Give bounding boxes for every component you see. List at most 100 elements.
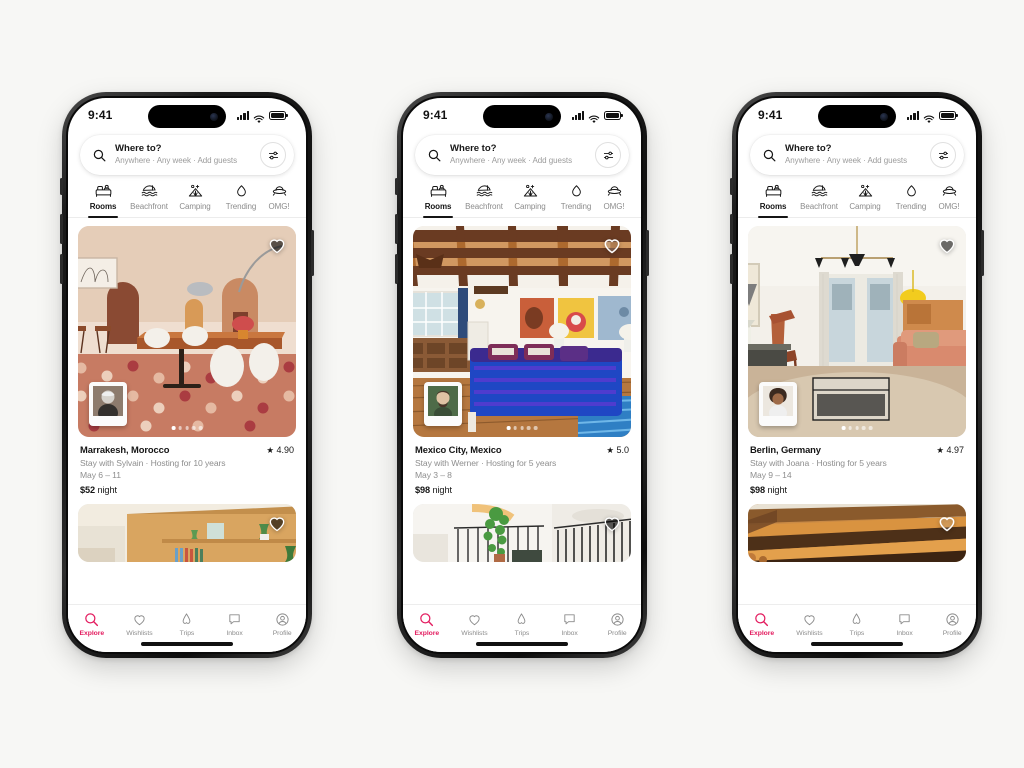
category-tab-omg[interactable]: OMG! bbox=[264, 182, 294, 217]
tab-wishlists[interactable]: Wishlists bbox=[786, 611, 834, 637]
search-icon bbox=[754, 611, 769, 627]
heart-icon[interactable] bbox=[267, 235, 287, 255]
tab-wishlists[interactable]: Wishlists bbox=[116, 611, 164, 637]
bed-icon bbox=[765, 182, 782, 199]
photo-carousel-dots[interactable] bbox=[506, 426, 538, 430]
home-indicator[interactable] bbox=[476, 642, 568, 646]
filter-sliders-icon[interactable] bbox=[595, 142, 621, 168]
beach-umbrella-icon bbox=[141, 182, 158, 199]
listing-card-next[interactable] bbox=[78, 504, 296, 563]
listing-card[interactable]: Mexico City, Mexico ★ 5.0 Stay with Werne… bbox=[413, 226, 631, 495]
tab-trips[interactable]: Trips bbox=[163, 611, 211, 637]
tab-explore[interactable]: Explore bbox=[68, 611, 116, 637]
tab-label: Explore bbox=[414, 629, 440, 637]
listing-photo-next[interactable] bbox=[748, 504, 966, 563]
listing-photo-next[interactable] bbox=[78, 504, 296, 563]
screenshot-stage: 9:41 Where to? Anywhere · Any week · Add… bbox=[0, 0, 1024, 768]
tab-explore[interactable]: Explore bbox=[738, 611, 786, 637]
volume-up-button[interactable] bbox=[730, 214, 733, 244]
category-tab-trending[interactable]: Trending bbox=[888, 182, 934, 217]
tab-inbox[interactable]: Inbox bbox=[546, 611, 594, 637]
volume-down-button[interactable] bbox=[730, 254, 733, 284]
photo-carousel-dots[interactable] bbox=[171, 426, 203, 430]
tab-label: Wishlists bbox=[796, 629, 823, 637]
listing-card-next[interactable] bbox=[413, 504, 631, 563]
status-bar: 9:41 bbox=[68, 98, 306, 132]
category-tab-camping[interactable]: Camping bbox=[842, 182, 888, 217]
listing-card[interactable]: Berlin, Germany ★ 4.97 Stay with Joana · … bbox=[748, 226, 966, 495]
power-button[interactable] bbox=[646, 230, 649, 276]
heart-icon[interactable] bbox=[602, 513, 622, 533]
silent-switch[interactable] bbox=[730, 178, 733, 195]
category-tab-rooms[interactable]: Rooms bbox=[750, 182, 796, 217]
photo-carousel-dots[interactable] bbox=[841, 426, 873, 430]
silent-switch[interactable] bbox=[60, 178, 63, 195]
category-tab-beachfront[interactable]: Beachfront bbox=[796, 182, 842, 217]
category-tab-trending[interactable]: Trending bbox=[218, 182, 264, 217]
volume-down-button[interactable] bbox=[60, 254, 63, 284]
home-indicator[interactable] bbox=[811, 642, 903, 646]
tab-inbox[interactable]: Inbox bbox=[881, 611, 929, 637]
cellular-signal-icon bbox=[571, 110, 584, 120]
cellular-signal-icon bbox=[236, 110, 249, 120]
status-bar: 9:41 bbox=[738, 98, 976, 132]
tab-profile[interactable]: Profile bbox=[258, 611, 306, 637]
category-tab-beachfront[interactable]: Beachfront bbox=[461, 182, 507, 217]
search-bar[interactable]: Where to? Anywhere · Any week · Add gues… bbox=[80, 135, 294, 175]
listing-photo[interactable] bbox=[748, 226, 966, 437]
power-button[interactable] bbox=[311, 230, 314, 276]
rating-value: 4.97 bbox=[946, 445, 964, 456]
category-tab-omg[interactable]: OMG! bbox=[599, 182, 629, 217]
listing-feed: Mexico City, Mexico ★ 5.0 Stay with Werne… bbox=[403, 218, 641, 571]
tab-trips[interactable]: Trips bbox=[833, 611, 881, 637]
tab-profile[interactable]: Profile bbox=[593, 611, 641, 637]
category-tab-camping[interactable]: Camping bbox=[507, 182, 553, 217]
ufo-icon bbox=[606, 182, 623, 199]
category-tab-rooms[interactable]: Rooms bbox=[415, 182, 461, 217]
search-bar[interactable]: Where to? Anywhere · Any week · Add gues… bbox=[415, 135, 629, 175]
heart-icon[interactable] bbox=[267, 513, 287, 533]
filter-sliders-icon[interactable] bbox=[260, 142, 286, 168]
battery-icon bbox=[269, 110, 288, 120]
category-tab-beachfront[interactable]: Beachfront bbox=[126, 182, 172, 217]
listing-rating: ★ 4.97 bbox=[936, 445, 964, 455]
tab-profile[interactable]: Profile bbox=[928, 611, 976, 637]
category-tab-camping[interactable]: Camping bbox=[172, 182, 218, 217]
listing-photo[interactable] bbox=[413, 226, 631, 437]
heart-outline-icon bbox=[467, 611, 482, 627]
price-unit: night bbox=[432, 485, 452, 496]
power-button[interactable] bbox=[981, 230, 984, 276]
status-time: 9:41 bbox=[758, 108, 783, 122]
volume-up-button[interactable] bbox=[395, 214, 398, 244]
category-tab-omg[interactable]: OMG! bbox=[934, 182, 964, 217]
search-bar[interactable]: Where to? Anywhere · Any week · Add gues… bbox=[750, 135, 964, 175]
category-label: OMG! bbox=[268, 202, 290, 211]
search-icon bbox=[428, 149, 441, 162]
volume-down-button[interactable] bbox=[395, 254, 398, 284]
tent-icon bbox=[857, 182, 874, 199]
listing-price: $98 night bbox=[415, 485, 629, 495]
wifi-icon bbox=[923, 111, 935, 123]
listing-title-row: Marrakesh, Morocco ★ 4.90 bbox=[80, 444, 294, 455]
category-tab-rooms[interactable]: Rooms bbox=[80, 182, 126, 217]
listing-title: Berlin, Germany bbox=[750, 444, 821, 455]
search-area: Where to? Anywhere · Any week · Add gues… bbox=[403, 132, 641, 182]
tent-icon bbox=[522, 182, 539, 199]
heart-icon[interactable] bbox=[602, 235, 622, 255]
tab-explore[interactable]: Explore bbox=[403, 611, 451, 637]
listing-photo[interactable] bbox=[78, 226, 296, 437]
listing-card-next[interactable] bbox=[748, 504, 966, 563]
volume-up-button[interactable] bbox=[60, 214, 63, 244]
listing-photo-next[interactable] bbox=[413, 504, 631, 563]
listing-card[interactable]: Marrakesh, Morocco ★ 4.90 Stay with Sylva… bbox=[78, 226, 296, 495]
category-tab-trending[interactable]: Trending bbox=[553, 182, 599, 217]
filter-sliders-icon[interactable] bbox=[930, 142, 956, 168]
tab-wishlists[interactable]: Wishlists bbox=[451, 611, 499, 637]
tab-trips[interactable]: Trips bbox=[498, 611, 546, 637]
tab-inbox[interactable]: Inbox bbox=[211, 611, 259, 637]
silent-switch[interactable] bbox=[395, 178, 398, 195]
category-label: Beachfront bbox=[800, 202, 838, 211]
home-indicator[interactable] bbox=[141, 642, 233, 646]
heart-icon[interactable] bbox=[937, 235, 957, 255]
heart-icon[interactable] bbox=[937, 513, 957, 533]
